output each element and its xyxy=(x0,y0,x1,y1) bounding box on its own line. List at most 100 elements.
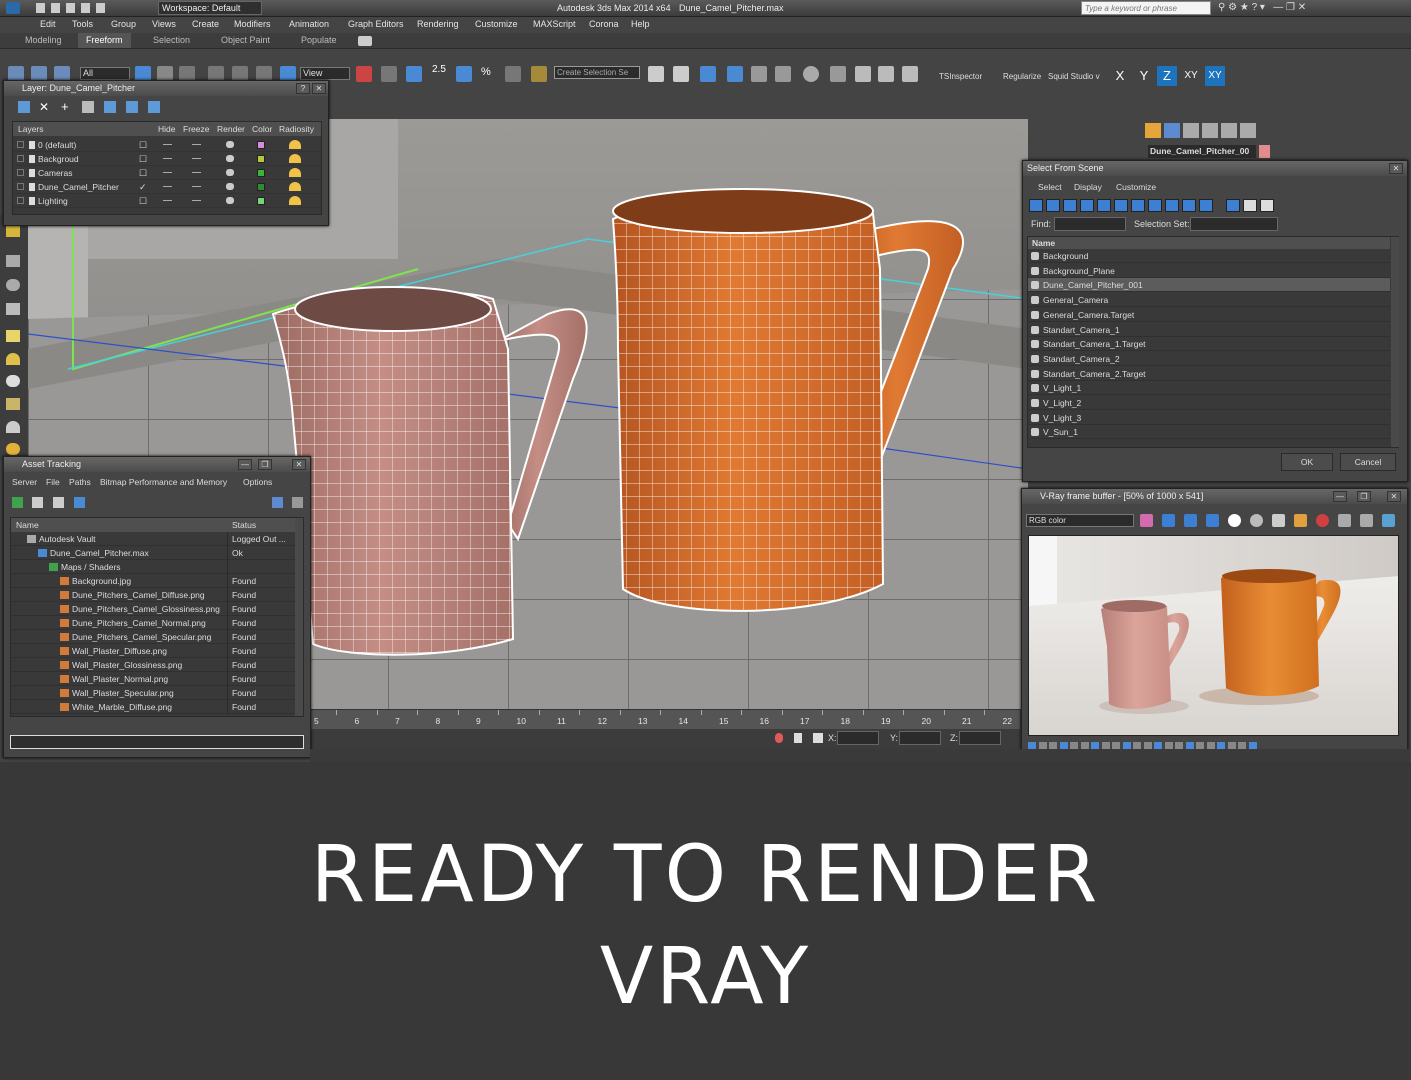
tool-icon[interactable] xyxy=(6,303,20,315)
freeze-toggle[interactable] xyxy=(192,200,201,201)
current-layer-toggle[interactable]: ☐ xyxy=(139,154,147,165)
close-button[interactable]: ✕ xyxy=(1389,163,1403,174)
radiosity-icon[interactable] xyxy=(289,182,301,191)
tool-icon[interactable] xyxy=(6,353,20,365)
vfb-tool-icon[interactable] xyxy=(1228,514,1241,527)
create-layer-icon[interactable] xyxy=(18,101,30,113)
scene-object-row[interactable]: Standart_Camera_1 xyxy=(1028,323,1390,337)
vfb-tool-icon[interactable] xyxy=(1338,514,1351,527)
layer-color-swatch[interactable] xyxy=(257,169,265,177)
menu-paths[interactable]: Paths xyxy=(69,475,91,489)
tab-selection[interactable]: Selection xyxy=(153,35,190,45)
render-teapot-icon[interactable] xyxy=(226,141,234,148)
column-layers[interactable]: Layers xyxy=(18,122,44,136)
hide-toggle[interactable] xyxy=(163,200,172,201)
vfb-tool-icon[interactable] xyxy=(1382,514,1395,527)
freeze-toggle[interactable] xyxy=(192,158,201,159)
scene-object-row[interactable]: Dune_Camel_Pitcher_001 xyxy=(1028,278,1390,293)
column-freeze[interactable]: Freeze xyxy=(183,122,209,136)
menu-file[interactable]: File xyxy=(46,475,60,489)
render-production-icon[interactable] xyxy=(878,66,894,82)
asset-row[interactable]: Dune_Pitchers_Camel_Glossiness.png Found xyxy=(11,602,295,616)
menu-create[interactable]: Create xyxy=(192,19,219,29)
edit-named-selection-icon[interactable] xyxy=(531,66,547,82)
expand-icon[interactable] xyxy=(17,169,24,176)
rendered-frame-window-icon[interactable] xyxy=(855,66,871,82)
menu-modifiers[interactable]: Modifiers xyxy=(234,19,271,29)
selection-set-dropdown[interactable] xyxy=(1190,217,1278,231)
filter-icon[interactable] xyxy=(1046,199,1060,212)
asset-row[interactable]: Wall_Plaster_Specular.png Found xyxy=(11,686,295,700)
hide-all-icon[interactable] xyxy=(126,101,138,113)
asset-scrollbar[interactable] xyxy=(295,518,303,716)
tool-icon[interactable] xyxy=(6,443,20,455)
column-color[interactable]: Color xyxy=(252,122,272,136)
filter-icon[interactable] xyxy=(1114,199,1128,212)
curve-editor-icon[interactable] xyxy=(751,66,767,82)
lock-icon[interactable] xyxy=(794,733,802,743)
search-input[interactable] xyxy=(1081,1,1211,15)
filter-icon[interactable] xyxy=(1243,199,1257,212)
angle-snap-icon[interactable] xyxy=(456,66,472,82)
mirror-icon[interactable] xyxy=(648,66,664,82)
delete-layer-icon[interactable]: ✕ xyxy=(39,101,49,113)
radiosity-icon[interactable] xyxy=(289,196,301,205)
current-layer-toggle[interactable]: ✓ xyxy=(139,182,147,193)
reference-coord-dropdown[interactable]: View xyxy=(300,67,350,80)
manipulate-icon[interactable] xyxy=(381,66,397,82)
menu-server[interactable]: Server xyxy=(12,475,37,489)
named-selection-set-dropdown[interactable]: Create Selection Se xyxy=(554,66,640,79)
freeze-all-icon[interactable] xyxy=(148,101,160,113)
radiosity-icon[interactable] xyxy=(289,140,301,149)
tab-freeform[interactable]: Freeform xyxy=(78,33,131,48)
pivot-icon[interactable] xyxy=(356,66,372,82)
scene-list-scrollbar[interactable] xyxy=(1391,237,1399,447)
keyboard-shortcut-icon[interactable] xyxy=(406,66,422,82)
percent-snap-toggle[interactable]: % xyxy=(481,66,491,78)
tree-view-icon[interactable] xyxy=(53,497,64,508)
close-button[interactable]: ✕ xyxy=(1387,491,1401,502)
column-status[interactable]: Status xyxy=(232,518,256,532)
column-render[interactable]: Render xyxy=(217,122,245,136)
table-view-icon[interactable] xyxy=(74,497,85,508)
help-icon[interactable] xyxy=(272,497,283,508)
tool-icon[interactable] xyxy=(6,279,20,291)
material-editor-icon[interactable] xyxy=(803,66,819,82)
filter-icon[interactable] xyxy=(1182,199,1196,212)
render-teapot-icon[interactable] xyxy=(226,155,234,162)
ribbon-icon[interactable] xyxy=(727,66,743,82)
scene-object-row[interactable]: Background xyxy=(1028,249,1390,263)
freeze-toggle[interactable] xyxy=(192,144,201,145)
render-iterative-icon[interactable] xyxy=(902,66,918,82)
axis-xy-button[interactable]: XY xyxy=(1181,66,1201,86)
expand-icon[interactable] xyxy=(17,155,24,162)
radiosity-icon[interactable] xyxy=(289,168,301,177)
render-teapot-icon[interactable] xyxy=(226,197,234,204)
expand-icon[interactable] xyxy=(17,183,24,190)
asset-row[interactable]: Dune_Pitchers_Camel_Diffuse.png Found xyxy=(11,588,295,602)
freeze-toggle[interactable] xyxy=(192,186,201,187)
asset-row[interactable]: Wall_Plaster_Normal.png Found xyxy=(11,672,295,686)
workspace-dropdown[interactable]: Workspace: Default xyxy=(158,1,262,15)
radiosity-icon[interactable] xyxy=(289,154,301,163)
scene-object-row[interactable]: Standart_Camera_2 xyxy=(1028,352,1390,366)
filter-icon[interactable] xyxy=(1226,199,1240,212)
asset-row[interactable]: Dune_Camel_Pitcher.max Ok xyxy=(11,546,295,560)
scene-object-row[interactable]: V_Light_2 xyxy=(1028,396,1390,410)
squid-studio-button[interactable]: Squid Studio v xyxy=(1048,72,1100,81)
menu-views[interactable]: Views xyxy=(152,19,176,29)
vault-icon[interactable] xyxy=(12,497,23,508)
vfb-tool-icon[interactable] xyxy=(1206,514,1219,527)
minimize-button[interactable]: — xyxy=(238,459,252,470)
close-button[interactable]: ✕ xyxy=(292,459,306,470)
tool-icon[interactable] xyxy=(6,330,20,342)
asset-row[interactable]: Maps / Shaders xyxy=(11,560,295,574)
layer-color-swatch[interactable] xyxy=(257,197,265,205)
hide-toggle[interactable] xyxy=(163,144,172,145)
spinner-snap-icon[interactable] xyxy=(505,66,521,82)
asset-row[interactable]: Dune_Pitchers_Camel_Normal.png Found xyxy=(11,616,295,630)
menu-customize[interactable]: Customize xyxy=(475,19,518,29)
render-teapot-icon[interactable] xyxy=(226,169,234,176)
asset-row[interactable]: Wall_Plaster_Glossiness.png Found xyxy=(11,658,295,672)
render-teapot-icon[interactable] xyxy=(226,183,234,190)
